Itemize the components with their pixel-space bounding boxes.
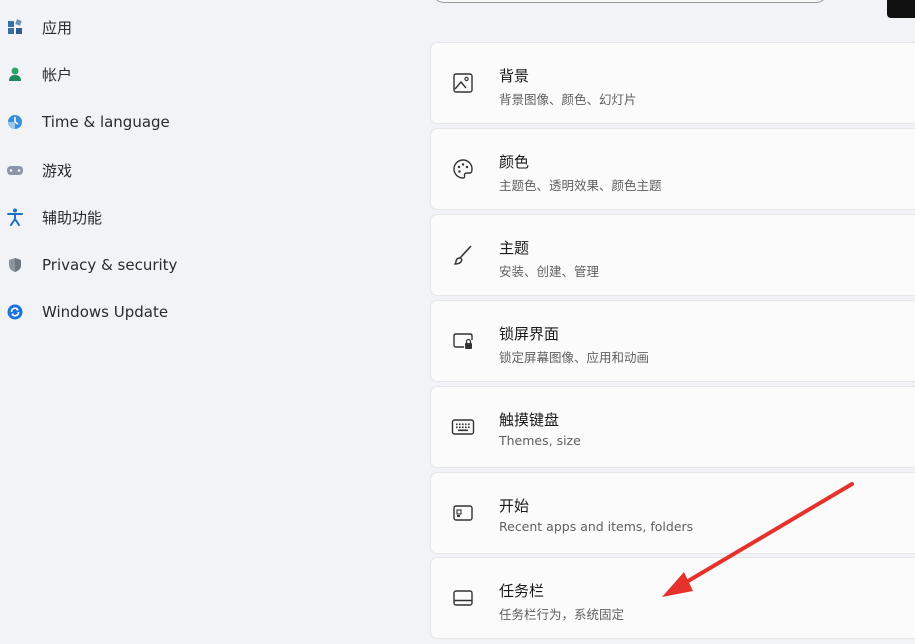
sidebar-item-windows-update[interactable]: Windows Update [0, 293, 260, 331]
card-subtitle: Themes, size [499, 433, 581, 448]
time-language-icon [5, 112, 25, 132]
card-subtitle: 任务栏行为，系统固定 [499, 607, 625, 622]
sidebar-item-label: Privacy & security [42, 256, 178, 274]
sidebar-item-label: 辅助功能 [42, 208, 103, 227]
card-title: 开始 [499, 497, 530, 515]
card-title: 触摸键盘 [499, 411, 560, 429]
sidebar-item-label: 帐户 [42, 65, 73, 84]
sidebar-item-privacy-security[interactable]: Privacy & security [0, 246, 260, 284]
settings-window: 应用 帐户 Time & language 游戏 辅助功能 Privacy & … [0, 0, 915, 644]
card-touch-keyboard[interactable]: 触摸键盘 Themes, size [431, 387, 915, 467]
sidebar-item-accessibility[interactable]: 辅助功能 [0, 198, 260, 236]
card-title: 主题 [499, 239, 530, 257]
card-title: 锁屏界面 [499, 325, 560, 343]
sidebar-nav: 应用 帐户 Time & language 游戏 辅助功能 Privacy & … [0, 0, 300, 644]
sidebar-item-accounts[interactable]: 帐户 [0, 55, 260, 93]
sidebar-item-label: Time & language [42, 113, 170, 131]
card-taskbar[interactable]: 任务栏 任务栏行为，系统固定 [431, 558, 915, 638]
card-start[interactable]: 开始 Recent apps and items, folders [431, 473, 915, 553]
palette-icon [451, 157, 475, 181]
card-background[interactable]: 背景 背景图像、颜色、幻灯片 [431, 43, 915, 123]
card-subtitle: 安装、创建、管理 [499, 264, 600, 279]
apps-icon [5, 17, 25, 37]
sidebar-item-time-language[interactable]: Time & language [0, 103, 260, 141]
card-themes[interactable]: 主题 安装、创建、管理 [431, 215, 915, 295]
card-title: 任务栏 [499, 582, 545, 600]
taskbar-icon [451, 586, 475, 610]
sidebar-item-label: 游戏 [42, 161, 73, 180]
windows-update-icon [5, 302, 25, 322]
shield-icon [5, 255, 25, 275]
image-icon [451, 71, 475, 95]
card-subtitle: 背景图像、颜色、幻灯片 [499, 92, 637, 107]
card-title: 颜色 [499, 153, 530, 171]
account-icon [5, 64, 25, 84]
card-colors[interactable]: 颜色 主题色、透明效果、颜色主题 [431, 129, 915, 209]
sidebar-item-apps[interactable]: 应用 [0, 8, 260, 46]
brush-icon [451, 243, 475, 267]
sidebar-item-label: Windows Update [42, 303, 169, 321]
sidebar-item-gaming[interactable]: 游戏 [0, 151, 260, 189]
gaming-icon [5, 160, 25, 180]
card-subtitle: Recent apps and items, folders [499, 519, 694, 534]
top-right-control[interactable] [887, 0, 915, 18]
sidebar-item-label: 应用 [42, 18, 73, 37]
search-box[interactable] [432, 0, 828, 3]
card-subtitle: 主题色、透明效果、颜色主题 [499, 178, 662, 193]
card-title: 背景 [499, 67, 530, 85]
card-subtitle: 锁定屏幕图像、应用和动画 [499, 350, 650, 365]
card-lock-screen[interactable]: 锁屏界面 锁定屏幕图像、应用和动画 [431, 301, 915, 381]
lock-screen-icon [451, 329, 475, 353]
accessibility-icon [5, 207, 25, 227]
keyboard-icon [451, 415, 475, 439]
start-icon [451, 501, 475, 525]
